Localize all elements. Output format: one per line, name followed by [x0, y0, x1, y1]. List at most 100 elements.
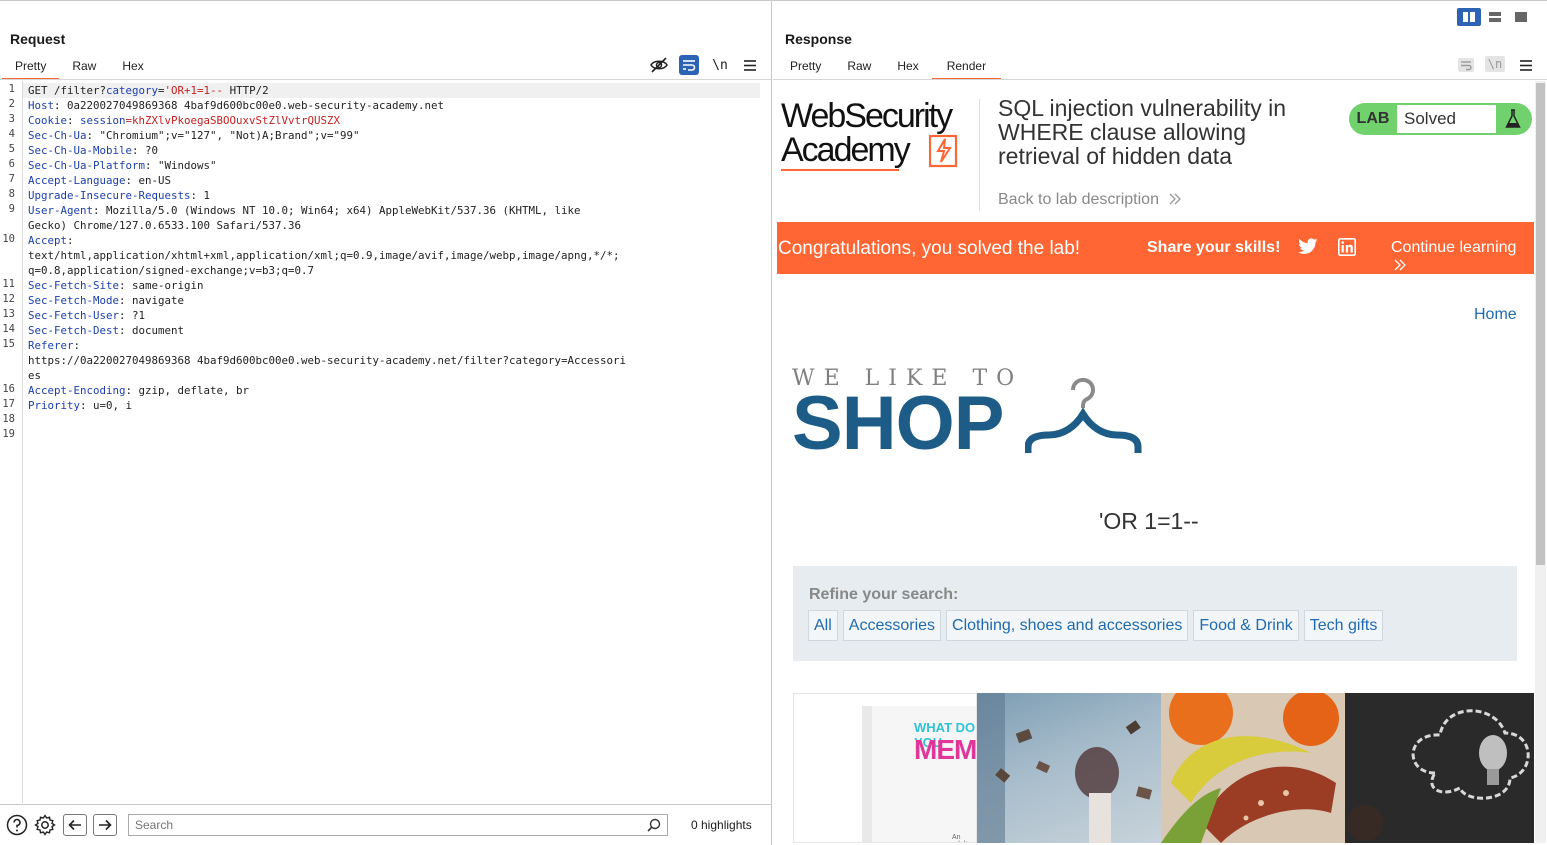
- code-line[interactable]: GET /filter?category='OR+1=1-- HTTP/2: [23, 83, 760, 98]
- line-number: 18: [2, 413, 15, 425]
- burp-repeater-window: Request Pretty Raw Hex \n 1 2 3 4 5 6 7 8 9 10 11 1…: [0, 0, 1547, 845]
- code-line[interactable]: Sec-Fetch-Mode: navigate: [28, 293, 762, 308]
- side-by-side-layout-icon[interactable]: [1457, 8, 1481, 26]
- twitter-icon[interactable]: [1298, 238, 1318, 260]
- response-word-wrap-icon[interactable]: [1455, 55, 1477, 75]
- help-icon[interactable]: [6, 814, 28, 836]
- filter-all[interactable]: All: [808, 610, 838, 641]
- header-value: :: [67, 234, 74, 247]
- code-line[interactable]: Host: 0a220027049869368 4baf9d600bc00e0.…: [28, 98, 762, 113]
- web-security-academy-logo[interactable]: WebSecurity Academy: [781, 99, 981, 173]
- line-number: 1: [8, 83, 15, 95]
- payload-text: 'OR+1=1--: [164, 84, 224, 97]
- response-tab-hex[interactable]: Hex: [884, 56, 931, 80]
- request-pane: Request Pretty Raw Hex \n 1 2 3 4 5 6 7 8 9 10 11 1…: [0, 1, 772, 845]
- request-tab-pretty[interactable]: Pretty: [2, 56, 60, 80]
- linkedin-icon[interactable]: [1338, 238, 1356, 261]
- header-value: : "Chromium";v="127", "Not)A;Brand";v="9…: [86, 129, 360, 142]
- product-card-food[interactable]: [1161, 693, 1345, 843]
- header-name: Accept: [28, 234, 68, 247]
- request-menu-icon[interactable]: [739, 55, 761, 75]
- request-search-box[interactable]: [128, 814, 668, 836]
- code-line[interactable]: Accept:: [28, 233, 762, 248]
- request-tab-raw[interactable]: Raw: [59, 56, 109, 80]
- code-line[interactable]: Sec-Ch-Ua-Mobile: ?0: [28, 143, 762, 158]
- congratulations-text: Congratulations, you solved the lab!: [778, 238, 1081, 259]
- filter-tech-gifts[interactable]: Tech gifts: [1303, 610, 1384, 641]
- code-line[interactable]: Referer:: [28, 338, 762, 353]
- tabbed-layout-icon[interactable]: [1509, 8, 1533, 26]
- code-line[interactable]: User-Agent: Mozilla/5.0 (Windows NT 10.0…: [28, 203, 762, 218]
- response-newline-icon[interactable]: \n: [1485, 56, 1505, 72]
- request-code[interactable]: GET /filter?category='OR+1=1-- HTTP/2 Hos…: [23, 83, 762, 443]
- home-link[interactable]: Home: [1474, 306, 1517, 324]
- code-line[interactable]: Priority: u=0, i: [28, 398, 762, 413]
- settings-gear-icon[interactable]: [34, 814, 56, 836]
- flying-books-image: [977, 693, 1153, 843]
- continue-learning-label: Continue learning: [1391, 239, 1517, 256]
- response-tab-raw[interactable]: Raw: [834, 56, 884, 80]
- product-grid: WHAT DO YOU MEME? An adult: [793, 693, 1534, 843]
- forward-arrow-icon[interactable]: [93, 814, 117, 836]
- continue-learning-link[interactable]: Continue learning: [1391, 239, 1534, 275]
- code-line[interactable]: https://0a220027049869368 4baf9d600bc00e…: [28, 353, 762, 368]
- code-line[interactable]: text/html,application/xhtml+xml,applicat…: [28, 248, 762, 263]
- product-card-flying-books[interactable]: [977, 693, 1161, 843]
- line-number: 11: [2, 278, 15, 290]
- response-tab-pretty[interactable]: Pretty: [777, 56, 834, 80]
- product-card-meme-game[interactable]: WHAT DO YOU MEME? An adult: [793, 693, 977, 843]
- header-name: Priority: [28, 399, 81, 412]
- header-name: Sec-Ch-Ua: [28, 129, 87, 142]
- filter-clothing[interactable]: Clothing, shoes and accessories: [946, 610, 1189, 641]
- code-line[interactable]: es: [28, 368, 762, 383]
- back-to-lab-link[interactable]: Back to lab description: [998, 191, 1182, 209]
- response-menu-icon[interactable]: [1515, 55, 1537, 75]
- code-line[interactable]: q=0.8,application/signed-exchange;v=b3;q…: [28, 263, 762, 278]
- code-line[interactable]: Sec-Ch-Ua: "Chromium";v="127", "Not)A;Br…: [28, 128, 762, 143]
- logo-bolt-icon: [929, 134, 958, 168]
- back-arrow-icon[interactable]: [63, 814, 87, 836]
- code-line[interactable]: Accept-Encoding: gzip, deflate, br: [28, 383, 762, 398]
- code-line[interactable]: Cookie: session=khZXlvPkoegaSBOOuxvStZlV…: [28, 113, 762, 128]
- code-line[interactable]: Upgrade-Insecure-Requests: 1: [28, 188, 762, 203]
- response-scrollbar[interactable]: [1535, 81, 1546, 843]
- lab-badge-label: LAB: [1356, 110, 1390, 127]
- stacked-layout-icon[interactable]: [1483, 8, 1507, 26]
- filter-food-drink[interactable]: Food & Drink: [1193, 610, 1299, 641]
- header-name: Cookie: [28, 114, 68, 127]
- search-input[interactable]: [129, 815, 629, 835]
- header-value: :: [67, 114, 81, 127]
- double-chevron-right-icon: [1169, 193, 1182, 205]
- code-line[interactable]: Sec-Fetch-Site: same-origin: [28, 278, 762, 293]
- request-editor[interactable]: 1 2 3 4 5 6 7 8 9 10 11 12 13 14 15 16 17 18 19 GET /filte…: [0, 81, 771, 803]
- line-number: 12: [2, 293, 15, 305]
- category-filters: All Accessories Clothing, shoes and acce…: [808, 610, 1384, 641]
- code-line[interactable]: Sec-Fetch-User: ?1: [28, 308, 762, 323]
- request-tab-hex[interactable]: Hex: [109, 56, 156, 80]
- code-line[interactable]: Sec-Fetch-Dest: document: [28, 323, 762, 338]
- hide-nonprintable-icon[interactable]: [648, 55, 670, 75]
- header-value: : ?1: [119, 309, 146, 322]
- header-value: : ?0: [132, 144, 159, 157]
- layout-toggle-group: [1457, 8, 1533, 26]
- filter-accessories[interactable]: Accessories: [842, 610, 942, 641]
- header-name: category: [106, 84, 159, 97]
- header-value: GET /filter?: [28, 84, 107, 97]
- header-value: :: [73, 339, 81, 352]
- product-card-lightbulb[interactable]: [1345, 693, 1534, 843]
- newline-toggle-icon[interactable]: \n: [709, 55, 731, 75]
- line-number: 15: [2, 338, 15, 350]
- code-line[interactable]: Gecko) Chrome/127.0.6533.100 Safari/537.…: [28, 218, 762, 233]
- code-line[interactable]: [28, 428, 762, 443]
- code-line[interactable]: [28, 413, 762, 428]
- line-number: 16: [2, 383, 15, 395]
- word-wrap-icon[interactable]: [679, 55, 699, 75]
- header-name: Host: [28, 99, 55, 112]
- search-icon[interactable]: [647, 818, 661, 837]
- code-line[interactable]: Accept-Language: en-US: [28, 173, 762, 188]
- scrollbar-thumb[interactable]: [1536, 83, 1545, 565]
- header-name: Accept-Language: [28, 174, 126, 187]
- header-value: HTTP/2: [223, 84, 269, 97]
- code-line[interactable]: Sec-Ch-Ua-Platform: "Windows": [28, 158, 762, 173]
- response-tab-render[interactable]: Render: [931, 56, 1002, 80]
